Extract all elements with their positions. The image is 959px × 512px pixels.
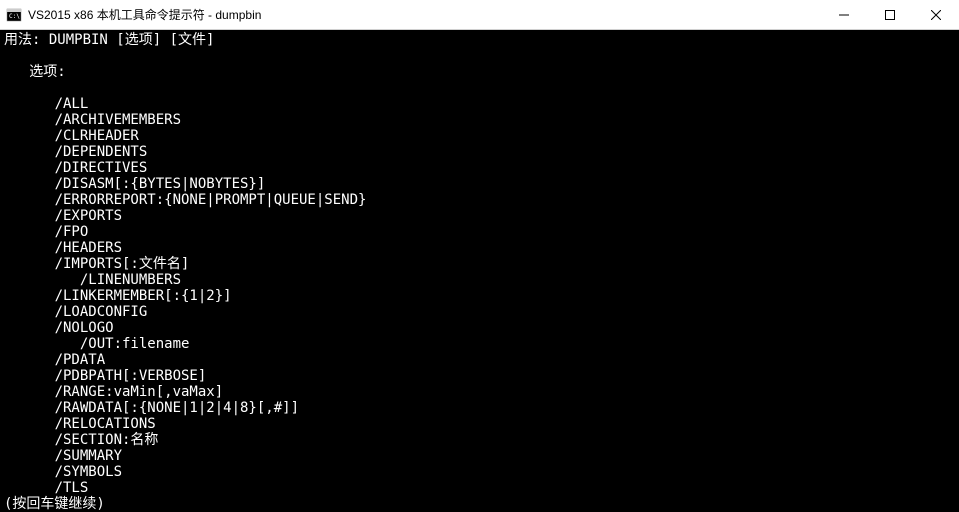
console-line: /LINENUMBERS [4,272,955,288]
console-line: /LOADCONFIG [4,304,955,320]
console-line: /CLRHEADER [4,128,955,144]
console-line: /ALL [4,96,955,112]
console-line: /RELOCATIONS [4,416,955,432]
console-line [4,48,955,64]
console-line [4,80,955,96]
app-icon: C:\ [6,7,22,23]
console-line: /LINKERMEMBER[:{1|2}] [4,288,955,304]
console-line: /HEADERS [4,240,955,256]
maximize-button[interactable] [867,0,913,29]
console-line: /PDBPATH[:VERBOSE] [4,368,955,384]
console-line: /EXPORTS [4,208,955,224]
window-title: VS2015 x86 本机工具命令提示符 - dumpbin [28,6,821,23]
console-line: /SUMMARY [4,448,955,464]
console-line: /IMPORTS[:文件名] [4,256,955,272]
console-line: (按回车键继续) [4,496,955,512]
console-line: /DEPENDENTS [4,144,955,160]
window-titlebar: C:\ VS2015 x86 本机工具命令提示符 - dumpbin [0,0,959,30]
console-line: /PDATA [4,352,955,368]
console-line: /RAWDATA[:{NONE|1|2|4|8}[,#]] [4,400,955,416]
console-line: /SYMBOLS [4,464,955,480]
svg-text:C:\: C:\ [9,13,20,20]
console-line: /DISASM[:{BYTES|NOBYTES}] [4,176,955,192]
console-line: /SECTION:名称 [4,432,955,448]
console-line: /DIRECTIVES [4,160,955,176]
close-button[interactable] [913,0,959,29]
console-line: /OUT:filename [4,336,955,352]
console-output[interactable]: 用法: DUMPBIN [选项] [文件] 选项: /ALL /ARCHIVEM… [0,30,959,512]
console-line: /FPO [4,224,955,240]
console-line: 选项: [4,64,955,80]
minimize-button[interactable] [821,0,867,29]
console-line: /ARCHIVEMEMBERS [4,112,955,128]
console-line: 用法: DUMPBIN [选项] [文件] [4,32,955,48]
console-line: /ERRORREPORT:{NONE|PROMPT|QUEUE|SEND} [4,192,955,208]
console-line: /NOLOGO [4,320,955,336]
window-controls [821,0,959,29]
console-line: /RANGE:vaMin[,vaMax] [4,384,955,400]
console-line: /TLS [4,480,955,496]
